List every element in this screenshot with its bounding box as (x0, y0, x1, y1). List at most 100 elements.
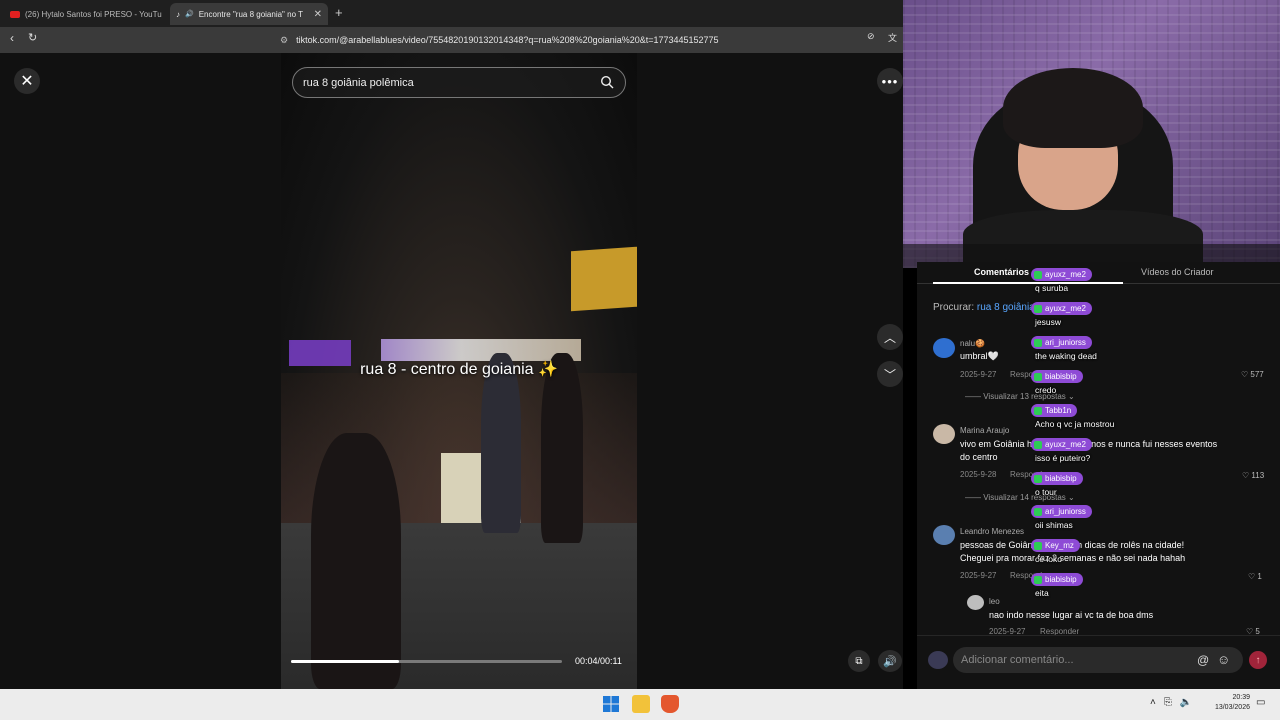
comment-author[interactable]: leo (989, 597, 1000, 606)
windows-start-icon[interactable] (603, 696, 619, 712)
badge-icon (1034, 406, 1042, 415)
avatar[interactable] (967, 595, 984, 610)
reload-icon[interactable]: ↻ (28, 31, 37, 44)
heart-icon: ♡ (1242, 471, 1250, 480)
tab-label: (26) Hytalo Santos foi PRESO - YouTu (25, 9, 162, 19)
chat-message: oii shimas (1035, 520, 1073, 530)
file-explorer-icon[interactable] (632, 695, 650, 713)
system-tray[interactable]: ˄ ⎘ 🔈 (1150, 697, 1192, 708)
comment-text: nao indo nesse lugar ai vc ta de boa dms (989, 610, 1154, 620)
comment-author[interactable]: nalu🍪 (960, 339, 985, 348)
volume-icon[interactable]: 🔈 (1180, 697, 1192, 708)
send-button[interactable]: ↑ (1249, 651, 1267, 669)
chat-username: Key_mz (1031, 539, 1080, 552)
tiktok-icon: ♪ (176, 9, 180, 19)
video-progress-fill (291, 660, 400, 663)
chat-username: ari_juniorss (1031, 336, 1092, 349)
tab-youtube[interactable]: (26) Hytalo Santos foi PRESO - YouTu (4, 3, 164, 25)
comment-author[interactable]: Marina Araujo (960, 426, 1009, 435)
comment-text: Cheguei pra morar faz 2 semanas e não se… (960, 553, 1186, 563)
previous-video-button[interactable]: ︿ (877, 324, 903, 350)
url-field[interactable]: ⚙ tiktok.com/@arabellablues/video/755482… (280, 31, 903, 49)
chat-username: ari_juniorss (1031, 505, 1092, 518)
chat-username: biabisbip (1031, 472, 1083, 485)
like-count-value: 1 (1257, 572, 1262, 581)
webcam-scene (1003, 68, 1143, 148)
site-info-icon[interactable]: ⚙ (280, 35, 288, 46)
like-count[interactable]: ♡ 1 (1248, 572, 1262, 581)
badge-icon (1034, 270, 1042, 279)
chat-username-text: ayuxz_me2 (1045, 304, 1086, 313)
network-icon[interactable]: ⎘ (1164, 697, 1172, 708)
chat-message: ce loko (1035, 554, 1062, 564)
chat-username: biabisbip (1031, 573, 1083, 586)
url-text: tiktok.com/@arabellablues/video/75548201… (296, 35, 719, 45)
tab-indicator (933, 282, 1123, 284)
brave-browser-icon[interactable] (661, 695, 679, 713)
back-icon[interactable]: ‹ (10, 31, 14, 45)
related-search-query[interactable]: rua 8 goiânia (977, 302, 1035, 313)
like-count-value: 113 (1251, 471, 1265, 480)
chat-username-text: biabisbip (1045, 474, 1077, 483)
video-player[interactable]: rua 8 - centro de goiania ✨ (281, 53, 637, 689)
chevron-down-icon: ⌄ (1068, 493, 1075, 502)
chat-username-text: Tabb1n (1045, 406, 1072, 415)
tracking-icon[interactable]: ⊘ (867, 31, 875, 42)
youtube-icon (10, 10, 20, 18)
mention-icon[interactable]: @ (1197, 653, 1209, 667)
chat-message: isso é puteiro? (1035, 453, 1091, 463)
badge-icon (1034, 541, 1042, 550)
badge-icon (1034, 304, 1042, 313)
badge-icon (1034, 338, 1042, 347)
avatar[interactable] (933, 525, 955, 545)
new-tab-button[interactable]: + (335, 5, 343, 20)
volume-button[interactable]: 🔊 (878, 650, 902, 672)
comment-text: do centro (960, 452, 998, 462)
video-scene (481, 353, 521, 533)
view-replies[interactable]: —— Visualizar 13 respostas ⌄ (965, 392, 1075, 401)
more-options-button[interactable]: ••• (877, 68, 903, 94)
tab-label: Encontre "rua 8 goiania" no T (198, 9, 303, 19)
avatar[interactable] (933, 424, 955, 444)
video-scene (541, 353, 583, 543)
video-caption: rua 8 - centro de goiania ✨ (360, 361, 558, 378)
pip-icon: ⧉ (855, 655, 863, 667)
chat-username-text: ari_juniorss (1045, 507, 1086, 516)
related-search-label: Procurar: (933, 302, 975, 313)
chat-username-text: Key_mz (1045, 541, 1074, 550)
tab-comments[interactable]: Comentários (974, 267, 1029, 277)
chat-username-text: biabisbip (1045, 575, 1077, 584)
clock[interactable]: 20:39 13/03/2026 (1206, 693, 1250, 713)
close-icon[interactable]: ✕ (314, 9, 322, 20)
chat-message: eita (1035, 588, 1049, 598)
translate-icon[interactable]: 文 (888, 31, 897, 44)
like-count[interactable]: ♡ 577 (1241, 370, 1264, 379)
video-scene (311, 433, 401, 689)
picture-in-picture-button[interactable]: ⧉ (848, 650, 870, 672)
tab-creator-videos[interactable]: Vídeos do Criador (1141, 267, 1214, 277)
like-count[interactable]: ♡ 113 (1242, 471, 1264, 480)
search-input[interactable]: rua 8 goiânia polêmica (292, 67, 626, 98)
search-icon[interactable] (600, 75, 614, 89)
close-video-button[interactable]: ✕ (14, 68, 40, 94)
related-search[interactable]: Procurar: rua 8 goiânia (933, 302, 1035, 313)
comment-author[interactable]: Leandro Menezes (960, 527, 1024, 536)
view-replies[interactable]: —— Visualizar 14 respostas ⌄ (965, 493, 1075, 502)
badge-icon (1034, 372, 1042, 381)
avatar[interactable] (933, 338, 955, 358)
chevron-down-icon: ⌄ (1068, 392, 1075, 401)
chevron-up-icon: ︿ (883, 330, 896, 345)
tray-overflow-icon[interactable]: ˄ (1150, 697, 1156, 708)
comment-date: 2025-9-27 (960, 571, 997, 580)
heart-icon: ♡ (1248, 572, 1256, 581)
emoji-icon[interactable]: ☺ (1217, 652, 1230, 667)
tab-tiktok[interactable]: ♪ 🔊 Encontre "rua 8 goiania" no T ✕ (170, 3, 328, 25)
chat-username-text: ari_juniorss (1045, 338, 1086, 347)
chat-username: ayuxz_me2 (1031, 302, 1092, 315)
like-count-value: 577 (1250, 370, 1264, 379)
clock-date: 13/03/2026 (1214, 704, 1250, 711)
notification-icon[interactable]: ▭ (1256, 697, 1265, 708)
next-video-button[interactable]: ﹀ (877, 361, 903, 387)
streamer-webcam (903, 0, 1280, 268)
chat-message: q suruba (1035, 283, 1069, 293)
